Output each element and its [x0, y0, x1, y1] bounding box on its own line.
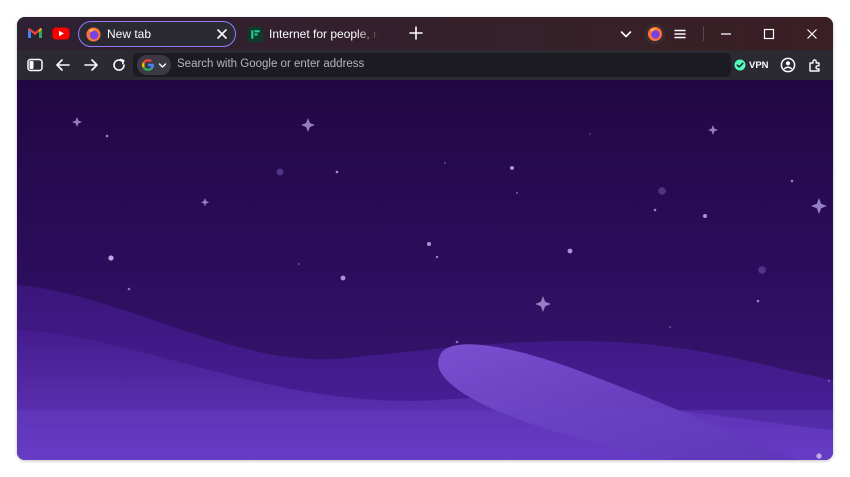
list-all-tabs-button[interactable]: [617, 25, 635, 43]
hamburger-menu-icon: [674, 29, 686, 39]
close-tab-icon[interactable]: [215, 27, 229, 41]
chevron-down-icon: [620, 31, 632, 38]
forward-button[interactable]: [82, 56, 100, 74]
sidebar-toggle-button[interactable]: [26, 56, 44, 74]
back-arrow-icon: [56, 59, 70, 71]
gmail-icon: [28, 28, 42, 38]
maximize-button[interactable]: [760, 25, 778, 43]
toolbar-divider: [703, 26, 704, 41]
youtube-icon: [52, 27, 70, 39]
maximize-icon: [763, 28, 775, 40]
tab-strip: New tab Internet for people, not profit: [17, 17, 833, 50]
sidebar-icon: [27, 58, 43, 72]
account-icon: [780, 57, 796, 73]
pinned-tab-youtube[interactable]: [52, 25, 70, 41]
firefox-account-icon: [644, 23, 666, 45]
reload-button[interactable]: [110, 56, 128, 74]
vpn-label: VPN: [749, 59, 769, 71]
minimize-icon: [721, 33, 731, 35]
tab-new-tab[interactable]: New tab: [78, 21, 236, 47]
address-bar-placeholder: Search with Google or enter address: [177, 58, 365, 70]
new-tab-page: [17, 80, 833, 460]
wallpaper: [17, 117, 833, 460]
forward-arrow-icon: [84, 59, 98, 71]
extensions-puzzle-icon: [809, 59, 820, 72]
mozilla-favicon-icon: [248, 27, 263, 42]
extensions-button[interactable]: [806, 56, 824, 74]
reload-icon: [113, 58, 125, 71]
vpn-button[interactable]: VPN: [734, 58, 769, 72]
tab-title: New tab: [107, 27, 152, 41]
vpn-check-icon: [734, 59, 746, 71]
app-menu-button[interactable]: [671, 25, 689, 43]
chevron-down-icon: [158, 63, 167, 68]
address-bar[interactable]: Search with Google or enter address: [133, 53, 731, 77]
tab-mozilla[interactable]: Internet for people, not profit: [242, 21, 402, 47]
minimize-button[interactable]: [717, 25, 735, 43]
search-engine-button[interactable]: [137, 55, 171, 75]
close-window-button[interactable]: [803, 25, 821, 43]
new-tab-plus-icon[interactable]: [407, 24, 425, 42]
browser-window: New tab Internet for people, not profit: [17, 17, 833, 460]
back-button[interactable]: [54, 56, 72, 74]
firefox-account-button[interactable]: [644, 23, 666, 45]
google-icon: [141, 58, 154, 72]
close-icon: [807, 29, 817, 39]
tab-title: Internet for people, not profit: [269, 27, 379, 41]
navigation-toolbar: Search with Google or enter address VPN: [17, 50, 833, 80]
account-button[interactable]: [779, 56, 797, 74]
pinned-tab-gmail[interactable]: [26, 25, 44, 41]
firefox-icon: [86, 27, 101, 42]
